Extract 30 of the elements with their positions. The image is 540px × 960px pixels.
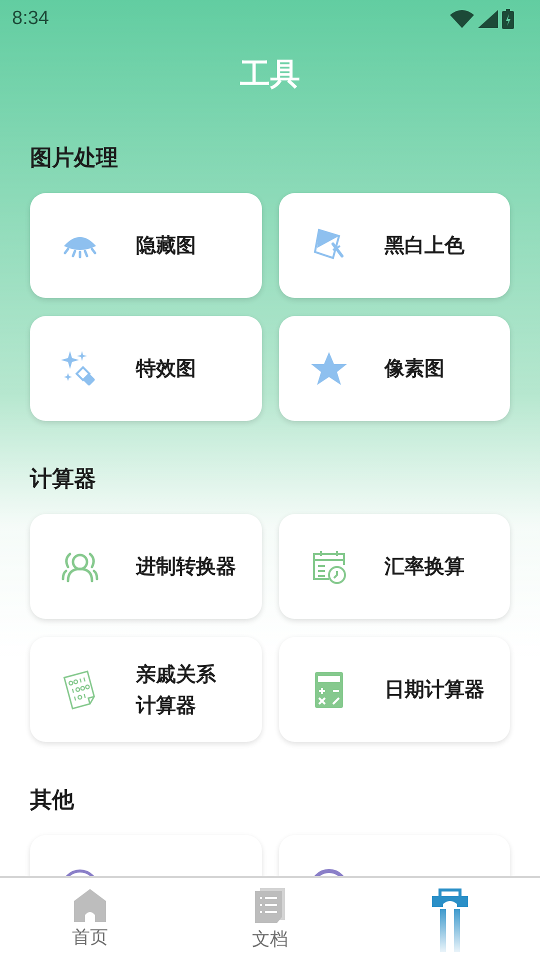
home-icon — [73, 888, 107, 922]
tool-card[interactable]: 进制转换器 — [30, 514, 262, 619]
tool-card[interactable]: 特效图 — [30, 316, 262, 421]
status-time: 8:34 — [12, 6, 49, 31]
section-heading: 计算器 — [28, 466, 97, 494]
page-title: 工具 — [240, 56, 300, 94]
tool-label: 汇率换算 — [384, 553, 464, 580]
tool-label: 像素图 — [384, 355, 444, 382]
signal-icon — [478, 10, 498, 28]
tool-card[interactable]: 汇率换算 — [278, 514, 510, 619]
document-icon — [254, 888, 286, 924]
tool-label: 黑白上色 — [384, 232, 464, 259]
tool-card[interactable]: 亲戚关系 计算器 — [30, 637, 262, 742]
tool-card[interactable]: 黑白上色 — [278, 193, 510, 298]
toolbox-icon — [430, 888, 470, 952]
nav-tab[interactable]: 首页 — [0, 878, 180, 960]
tool-label-line: 亲戚关系 — [136, 660, 216, 688]
nav-tab[interactable]: 文档 — [180, 878, 360, 960]
tool-label: 隐藏图 — [136, 232, 196, 259]
section-heading: 其他 — [29, 787, 76, 815]
tool-label-line: 计算器 — [136, 692, 197, 718]
tool-label: 特效图 — [136, 355, 196, 382]
tool-label: 日期计算器 — [384, 676, 484, 703]
tool-card[interactable]: 像素图 — [278, 316, 510, 421]
tool-card[interactable]: 隐藏图 — [30, 193, 262, 298]
section-heading: 图片处理 — [29, 145, 119, 173]
battery-charging-icon — [502, 9, 514, 29]
tool-card[interactable]: 日期计算器 — [278, 637, 510, 742]
wifi-icon — [450, 10, 474, 28]
tool-label: 进制转换器 — [136, 553, 236, 580]
